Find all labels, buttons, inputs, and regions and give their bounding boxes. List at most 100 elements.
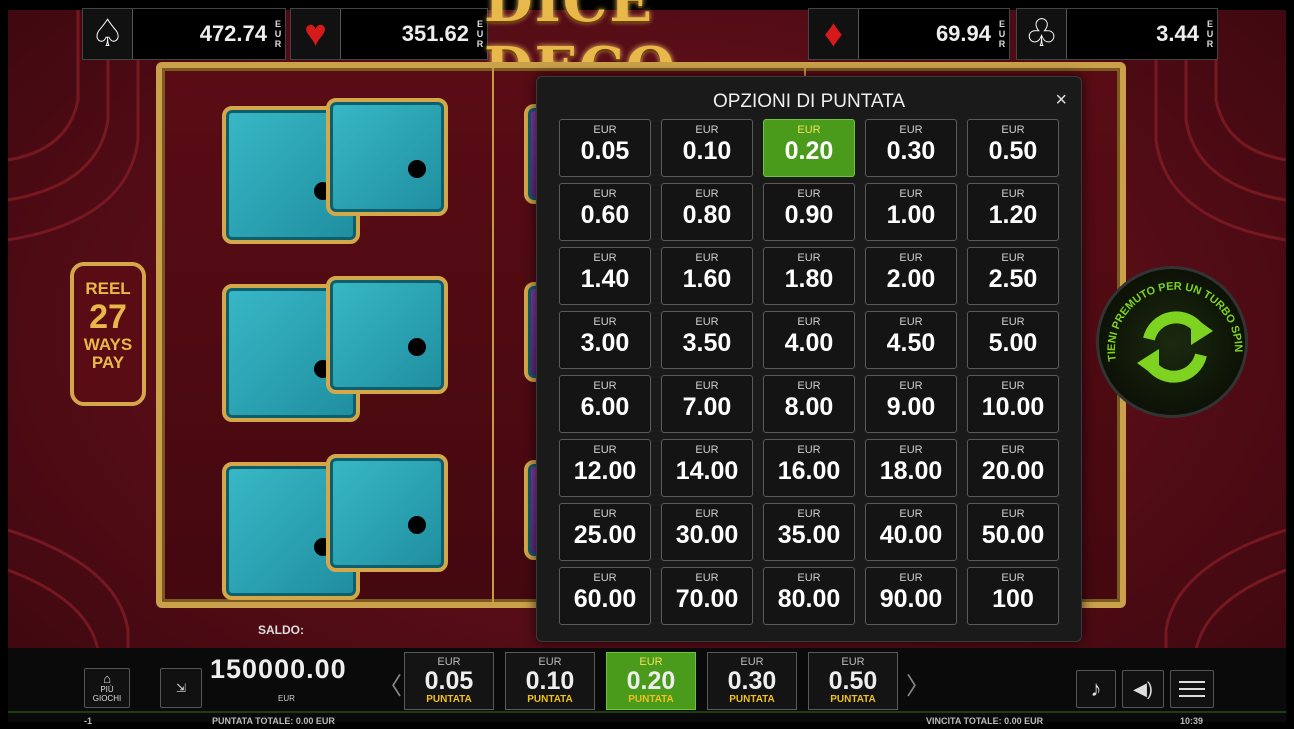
bet-option-button[interactable]: EUR 80.00 — [763, 567, 855, 625]
bet-option-button[interactable]: EUR 90.00 — [865, 567, 957, 625]
heart-icon: ♥ — [291, 9, 341, 59]
jackpot-currency: EUR — [274, 19, 282, 49]
quick-bet-value: 0.10 — [525, 667, 575, 695]
bet-option-button[interactable]: EUR 100 — [967, 567, 1059, 625]
bet-option-value: 20.00 — [981, 457, 1045, 485]
bet-option-value: 1.00 — [886, 201, 936, 229]
bet-option-value: 1.60 — [682, 265, 732, 293]
jackpot-currency: EUR — [998, 19, 1006, 49]
status-divider — [8, 711, 1286, 713]
bet-option-button[interactable]: EUR 1.60 — [661, 247, 753, 305]
next-bets-arrow[interactable]: 〉 — [906, 666, 930, 701]
bet-option-currency: EUR — [695, 380, 719, 392]
quick-bet-button[interactable]: EUR 0.10 PUNTATA — [505, 652, 595, 710]
bet-option-button[interactable]: EUR 35.00 — [763, 503, 855, 561]
clock: 10:39 — [1180, 716, 1204, 726]
bet-option-button[interactable]: EUR 0.20 — [763, 119, 855, 177]
reel-divider — [492, 68, 494, 602]
bet-option-currency: EUR — [797, 572, 821, 584]
bet-option-button[interactable]: EUR 20.00 — [967, 439, 1059, 497]
bet-option-button[interactable]: EUR 9.00 — [865, 375, 957, 433]
bet-option-value: 7.00 — [682, 393, 732, 421]
total-win: VINCITA TOTALE: 0.00 EUR — [926, 716, 1044, 726]
balance-label: SALDO: — [258, 623, 304, 637]
bet-option-currency: EUR — [899, 124, 923, 136]
quick-bet-label: PUNTATA — [830, 694, 876, 705]
bet-option-button[interactable]: EUR 1.00 — [865, 183, 957, 241]
bet-option-button[interactable]: EUR 5.00 — [967, 311, 1059, 369]
bet-option-button[interactable]: EUR 0.10 — [661, 119, 753, 177]
bet-option-currency: EUR — [1001, 188, 1025, 200]
bet-option-button[interactable]: EUR 1.20 — [967, 183, 1059, 241]
bet-option-button[interactable]: EUR 4.00 — [763, 311, 855, 369]
badge-label: PAY — [91, 353, 125, 372]
quick-bet-button[interactable]: EUR 0.20 PUNTATA — [606, 652, 696, 710]
bet-option-button[interactable]: EUR 2.50 — [967, 247, 1059, 305]
home-icon: ⌂ — [103, 671, 111, 686]
bet-option-currency: EUR — [695, 316, 719, 328]
bet-option-value: 0.05 — [580, 137, 630, 165]
more-games-button[interactable]: ⌂ PIÙ GIOCHI — [84, 668, 130, 708]
bet-option-button[interactable]: EUR 50.00 — [967, 503, 1059, 561]
bet-option-value: 35.00 — [777, 521, 841, 549]
bet-option-button[interactable]: EUR 0.90 — [763, 183, 855, 241]
bet-option-button[interactable]: EUR 0.60 — [559, 183, 651, 241]
bet-option-currency: EUR — [1001, 508, 1025, 520]
bet-option-button[interactable]: EUR 12.00 — [559, 439, 651, 497]
more-games-label: PIÙ GIOCHI — [92, 685, 122, 703]
sound-icon[interactable]: ◀) — [1122, 670, 1164, 708]
quick-bet-value: 0.50 — [828, 667, 878, 695]
bet-option-button[interactable]: EUR 0.05 — [559, 119, 651, 177]
bet-option-button[interactable]: EUR 3.50 — [661, 311, 753, 369]
turbo-spin-button[interactable]: TIENI PREMUTO PER UN TURBO SPIN — [1096, 266, 1248, 418]
bet-option-button[interactable]: EUR 3.00 — [559, 311, 651, 369]
bet-option-value: 80.00 — [777, 585, 841, 613]
bet-option-currency: EUR — [899, 316, 923, 328]
bet-option-value: 0.60 — [580, 201, 630, 229]
quick-bet-button[interactable]: EUR 0.50 PUNTATA — [808, 652, 898, 710]
badge-count: 27 — [89, 298, 127, 336]
bet-option-value: 12.00 — [573, 457, 637, 485]
bet-option-button[interactable]: EUR 10.00 — [967, 375, 1059, 433]
bet-option-button[interactable]: EUR 1.80 — [763, 247, 855, 305]
bet-option-button[interactable]: EUR 70.00 — [661, 567, 753, 625]
bet-option-value: 50.00 — [981, 521, 1045, 549]
bet-option-currency: EUR — [593, 508, 617, 520]
menu-icon[interactable] — [1170, 670, 1214, 708]
bet-option-button[interactable]: EUR 16.00 — [763, 439, 855, 497]
bet-option-value: 0.90 — [784, 201, 834, 229]
total-bet: PUNTATA TOTALE: 0.00 EUR — [212, 716, 335, 726]
music-icon[interactable]: ♪ — [1076, 670, 1116, 708]
prev-bets-arrow[interactable]: 〈 — [378, 666, 402, 701]
bet-option-button[interactable]: EUR 1.40 — [559, 247, 651, 305]
bet-option-currency: EUR — [797, 124, 821, 136]
bet-option-button[interactable]: EUR 18.00 — [865, 439, 957, 497]
bet-option-button[interactable]: EUR 30.00 — [661, 503, 753, 561]
quick-bet-label: PUNTATA — [426, 694, 472, 705]
bet-option-button[interactable]: EUR 8.00 — [763, 375, 855, 433]
bet-option-button[interactable]: EUR 60.00 — [559, 567, 651, 625]
quick-bet-button[interactable]: EUR 0.30 PUNTATA — [707, 652, 797, 710]
close-icon[interactable]: × — [1055, 89, 1067, 112]
bet-option-value: 9.00 — [886, 393, 936, 421]
bet-option-button[interactable]: EUR 14.00 — [661, 439, 753, 497]
club-icon: ♧ — [1017, 9, 1067, 59]
bet-option-button[interactable]: EUR 25.00 — [559, 503, 651, 561]
fullscreen-icon[interactable]: ⇲ — [160, 668, 202, 708]
quick-bet-button[interactable]: EUR 0.05 PUNTATA — [404, 652, 494, 710]
bet-option-button[interactable]: EUR 4.50 — [865, 311, 957, 369]
bet-option-button[interactable]: EUR 0.80 — [661, 183, 753, 241]
bet-option-value: 2.00 — [886, 265, 936, 293]
bet-option-button[interactable]: EUR 0.50 — [967, 119, 1059, 177]
bet-option-button[interactable]: EUR 2.00 — [865, 247, 957, 305]
bet-options-modal: OPZIONI DI PUNTATA × EUR 0.05 EUR 0.10 EUR 0.… — [536, 76, 1082, 642]
bet-option-value: 4.00 — [784, 329, 834, 357]
bet-option-currency: EUR — [695, 124, 719, 136]
bet-option-currency: EUR — [1001, 380, 1025, 392]
bet-option-button[interactable]: EUR 7.00 — [661, 375, 753, 433]
bet-option-button[interactable]: EUR 6.00 — [559, 375, 651, 433]
bet-option-button[interactable]: EUR 40.00 — [865, 503, 957, 561]
bet-option-currency: EUR — [1001, 252, 1025, 264]
bet-option-value: 4.50 — [886, 329, 936, 357]
bet-option-button[interactable]: EUR 0.30 — [865, 119, 957, 177]
